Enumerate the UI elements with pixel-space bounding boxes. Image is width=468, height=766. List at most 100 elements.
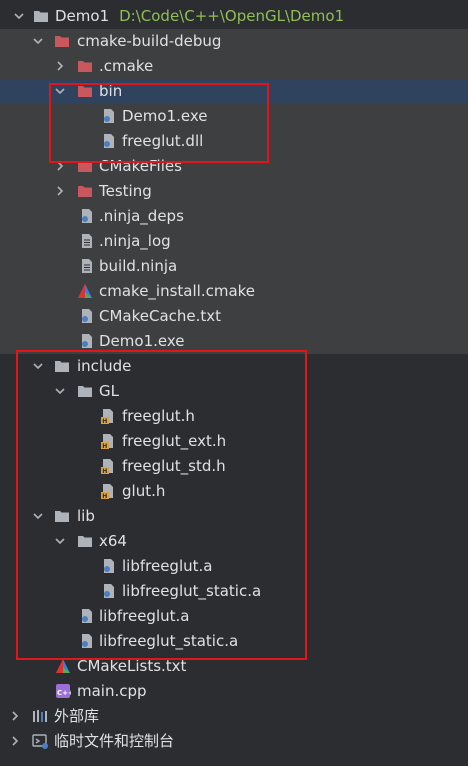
header-file-icon: H <box>101 484 113 499</box>
tree-row-freeglut-h[interactable]: H freeglut.h <box>0 404 468 429</box>
folder-icon <box>78 386 92 397</box>
tree-row-testing[interactable]: Testing <box>0 179 468 204</box>
library-icon <box>33 710 47 722</box>
tree-row-ninja-deps[interactable]: .ninja_deps <box>0 204 468 229</box>
tree-row-libfreeglut-static-a[interactable]: libfreeglut_static.a <box>0 629 468 654</box>
chevron-right-icon[interactable] <box>9 710 21 722</box>
tree-row-cmakefiles[interactable]: CMakeFiles <box>0 154 468 179</box>
tree-item-label: main.cpp <box>77 682 147 700</box>
folder-icon <box>78 536 92 547</box>
tree-item-label: freeglut.h <box>122 407 195 425</box>
tree-item-label: .cmake <box>99 57 154 75</box>
tree-row-cmake-install[interactable]: cmake_install.cmake <box>0 279 468 304</box>
excluded-folder-icon <box>78 186 92 197</box>
excluded-folder-icon <box>78 61 92 72</box>
tree-row-cmake-build-debug[interactable]: cmake-build-debug <box>0 29 468 54</box>
tree-item-label: 外部库 <box>54 707 100 725</box>
tree-item-label: freeglut.dll <box>122 132 204 150</box>
tree-row-external-libraries[interactable]: 外部库 <box>0 704 468 729</box>
binary-file-icon <box>82 309 92 323</box>
tree-item-label: Demo1.exe <box>99 332 185 350</box>
cmake-icon <box>56 659 70 673</box>
scratches-console-icon <box>32 734 48 749</box>
tree-row-demo1-exe-build[interactable]: Demo1.exe <box>0 329 468 354</box>
tree-item-label: cmake-build-debug <box>77 32 222 50</box>
tree-item-label: libfreeglut_static.a <box>122 582 262 600</box>
chevron-down-icon[interactable] <box>54 385 66 397</box>
tree-item-label: GL <box>99 382 119 400</box>
text-file-icon <box>82 259 92 273</box>
text-file-icon <box>82 234 92 248</box>
tree-item-label: libfreeglut_static.a <box>99 632 239 650</box>
tree-item-label: x64 <box>99 532 127 550</box>
excluded-folder-icon <box>78 86 92 97</box>
tree-row-libfreeglut-a[interactable]: libfreeglut.a <box>0 604 468 629</box>
svg-text:H: H <box>102 493 107 499</box>
tree-item-label: libfreeglut.a <box>99 607 190 625</box>
tree-item-label: Testing <box>99 182 152 200</box>
tree-item-label: .ninja_deps <box>99 207 184 225</box>
tree-row-bin[interactable]: bin <box>0 79 468 104</box>
tree-item-label: freeglut_ext.h <box>122 432 227 450</box>
chevron-right-icon[interactable] <box>54 185 66 197</box>
chevron-down-icon[interactable] <box>32 35 44 47</box>
cmake-icon <box>78 284 92 298</box>
tree-row-gl[interactable]: GL <box>0 379 468 404</box>
tree-row-freeglut-dll[interactable]: freeglut.dll <box>0 129 468 154</box>
executable-file-icon <box>104 109 114 123</box>
tree-item-label: cmake_install.cmake <box>99 282 256 300</box>
chevron-down-icon[interactable] <box>54 535 66 547</box>
tree-row-x64[interactable]: x64 <box>0 529 468 554</box>
folder-icon <box>55 361 69 372</box>
chevron-down-icon[interactable] <box>54 85 66 97</box>
tree-row-glut-h[interactable]: H glut.h <box>0 479 468 504</box>
tree-item-label: CMakeFiles <box>99 157 182 175</box>
tree-row-cmakecache[interactable]: CMakeCache.txt <box>0 304 468 329</box>
tree-item-label: 临时文件和控制台 <box>54 732 175 750</box>
tree-row-freeglut-std-h[interactable]: H freeglut_std.h <box>0 454 468 479</box>
tree-row-main-cpp[interactable]: C++ main.cpp <box>0 679 468 704</box>
svg-text:H: H <box>102 468 107 474</box>
excluded-folder-icon <box>55 36 69 47</box>
tree-item-label: .ninja_log <box>99 232 171 250</box>
binary-file-icon <box>82 609 92 623</box>
binary-file-icon <box>104 559 114 573</box>
tree-item-label: build.ninja <box>99 257 178 275</box>
chevron-down-icon[interactable] <box>32 510 44 522</box>
excluded-folder-icon <box>78 161 92 172</box>
header-file-icon: H <box>101 459 113 474</box>
tree-row-x64-libfreeglut-a[interactable]: libfreeglut.a <box>0 554 468 579</box>
tree-row-demo1-exe[interactable]: Demo1.exe <box>0 104 468 129</box>
tree-row-project-root[interactable]: Demo1 D:\Code\C++\OpenGL\Demo1 <box>0 4 468 29</box>
header-file-icon: H <box>101 434 113 449</box>
svg-text:H: H <box>102 418 107 424</box>
tree-item-label: freeglut_std.h <box>122 457 226 475</box>
tree-item-label: bin <box>99 82 123 100</box>
tree-item-label: CMakeCache.txt <box>99 307 222 325</box>
tree-item-label: CMakeLists.txt <box>77 657 187 675</box>
chevron-down-icon[interactable] <box>13 10 25 22</box>
tree-row-dot-cmake[interactable]: .cmake <box>0 54 468 79</box>
chevron-right-icon[interactable] <box>54 160 66 172</box>
project-path: D:\Code\C++\OpenGL\Demo1 <box>119 7 345 25</box>
tree-row-scratches-consoles[interactable]: 临时文件和控制台 <box>0 729 468 754</box>
executable-file-icon <box>82 334 92 348</box>
header-file-icon: H <box>101 409 113 424</box>
binary-file-icon <box>82 209 92 223</box>
tree-row-freeglut-ext-h[interactable]: H freeglut_ext.h <box>0 429 468 454</box>
chevron-down-icon[interactable] <box>32 360 44 372</box>
tree-row-x64-libfreeglut-static-a[interactable]: libfreeglut_static.a <box>0 579 468 604</box>
tree-row-include[interactable]: include <box>0 354 468 379</box>
tree-item-label: Demo1.exe <box>122 107 208 125</box>
binary-file-icon <box>104 134 114 148</box>
chevron-right-icon[interactable] <box>9 735 21 747</box>
tree-row-lib[interactable]: lib <box>0 504 468 529</box>
chevron-right-icon[interactable] <box>54 60 66 72</box>
cpp-file-icon: C++ <box>56 684 71 698</box>
tree-row-build-ninja[interactable]: build.ninja <box>0 254 468 279</box>
tree-row-ninja-log[interactable]: .ninja_log <box>0 229 468 254</box>
tree-row-cmakelists[interactable]: CMakeLists.txt <box>0 654 468 679</box>
svg-text:H: H <box>102 443 107 449</box>
tree-item-label: include <box>77 357 132 375</box>
binary-file-icon <box>82 634 92 648</box>
